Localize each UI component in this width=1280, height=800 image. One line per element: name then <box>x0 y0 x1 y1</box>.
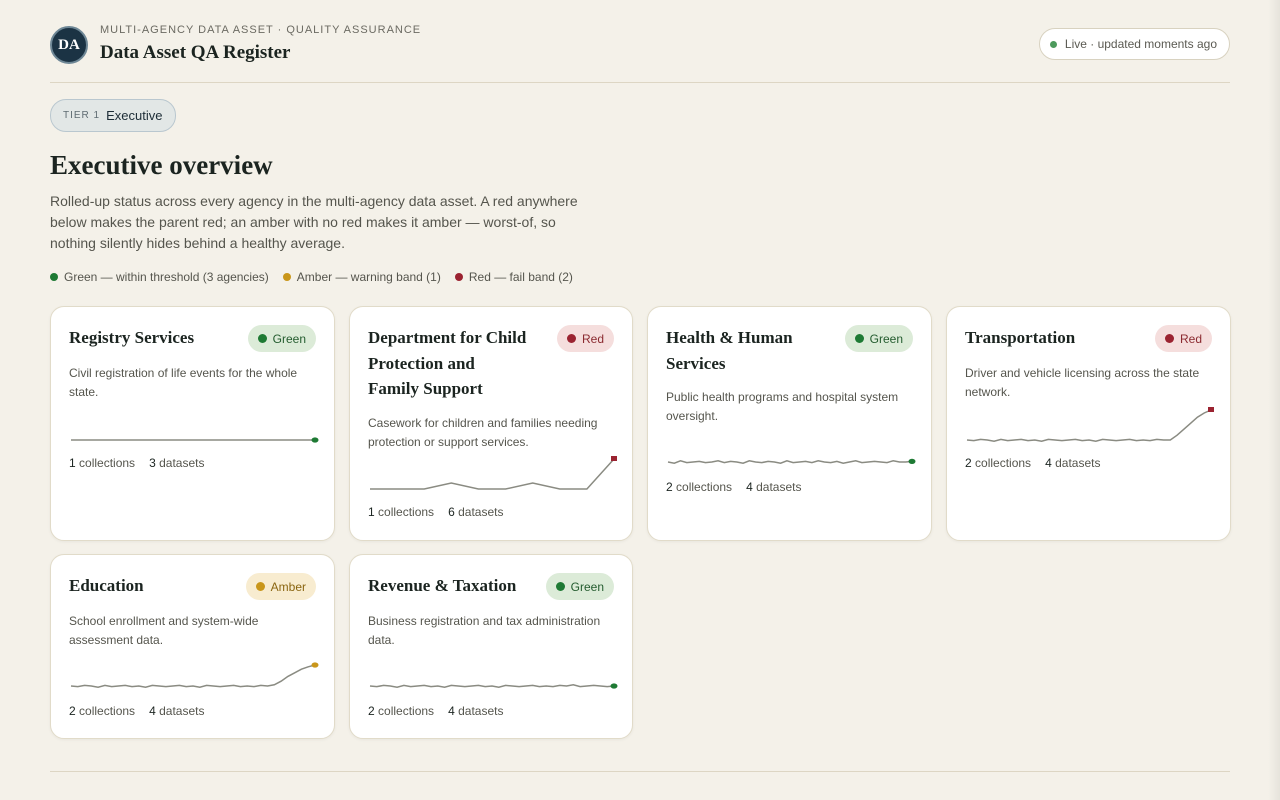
status-badge: Green <box>247 325 316 352</box>
agency-description: Driver and vehicle licensing across the … <box>965 366 1200 399</box>
agency-card-child-protection[interactable]: Department for Child Protection and Fami… <box>349 306 633 541</box>
legend-item-green: Green — within threshold (3 agencies) <box>50 270 269 284</box>
collections-stat: 2 collections <box>965 456 1032 470</box>
status-badge: Red <box>1154 325 1212 352</box>
status-dot-icon <box>854 334 864 343</box>
datasets-stat: 4 datasets <box>746 480 802 494</box>
trend-end-marker <box>611 456 617 461</box>
agency-logo[interactable]: DA <box>50 26 88 64</box>
agency-name: Health & Human Services <box>666 328 793 373</box>
live-status-text: Live · updated moments ago <box>1064 37 1217 51</box>
agency-description: Civil registration of life events for th… <box>69 366 298 399</box>
status-badge: Green <box>844 325 913 352</box>
datasets-stat: 3 datasets <box>149 456 205 470</box>
status-label: Red <box>581 331 604 346</box>
tier-name: Executive <box>106 108 163 123</box>
agency-name: Transportation <box>965 328 1076 347</box>
agency-card-health-human-services[interactable]: Health & Human Services Green Public hea… <box>647 306 932 541</box>
datasets-stat: 4 datasets <box>448 704 504 718</box>
green-dot-icon <box>50 273 58 281</box>
collections-stat: 2 collections <box>69 704 136 718</box>
agency-card-registry-services[interactable]: Registry Services Green Civil registrati… <box>50 306 335 541</box>
status-badge: Amber <box>245 573 316 600</box>
legend-item-amber: Amber — warning band (1) <box>282 270 441 284</box>
status-dot-icon <box>255 582 265 591</box>
legend-label: Green — within threshold (3 agencies) <box>64 270 269 284</box>
agency-card-education[interactable]: Education Amber School enrollment and sy… <box>50 554 335 739</box>
collections-stat: 1 collections <box>69 456 136 470</box>
trend-line <box>667 460 913 464</box>
legend-label: Amber — warning band (1) <box>296 270 441 284</box>
agency-description: Public health programs and hospital syst… <box>666 390 899 423</box>
status-dot-icon <box>1164 334 1174 343</box>
tier-label: TIER 1 <box>63 110 101 121</box>
agency-stats: 2 collections 4 datasets <box>368 704 517 718</box>
status-dot-icon <box>555 582 565 591</box>
status-label: Green <box>272 331 306 346</box>
agency-name: Revenue & Taxation <box>368 576 517 595</box>
collections-stat: 1 collections <box>368 505 435 519</box>
live-dot-icon <box>1049 40 1057 48</box>
status-label: Red <box>1179 331 1202 346</box>
page-edge-shadow <box>1268 0 1280 800</box>
trend-line <box>370 458 615 490</box>
collections-stat: 2 collections <box>666 480 733 494</box>
overview-description: Rolled-up status across every agency in … <box>50 193 578 251</box>
agency-stats: 2 collections 4 datasets <box>965 456 1114 470</box>
status-legend: Green — within threshold (3 agencies) Am… <box>50 270 587 284</box>
agency-name: Department for Child Protection and Fami… <box>368 328 527 398</box>
legend-item-red: Red — fail band (2) <box>454 270 573 284</box>
app-header: DA MULTI-AGENCY DATA ASSET · QUALITY ASS… <box>50 24 1230 83</box>
footer-divider <box>50 771 1230 772</box>
app-title: Data Asset QA Register <box>100 42 291 63</box>
datasets-stat: 4 datasets <box>1045 456 1101 470</box>
status-dot-icon <box>566 334 576 343</box>
header-kicker: MULTI-AGENCY DATA ASSET · QUALITY ASSURA… <box>100 24 422 36</box>
tier-pill[interactable]: TIER 1 Executive <box>50 99 176 132</box>
agency-stats: 2 collections 4 datasets <box>666 480 815 494</box>
legend-label: Red — fail band (2) <box>468 270 573 284</box>
status-badge: Green <box>545 573 614 600</box>
status-dot-icon <box>257 334 267 343</box>
agency-description: Business registration and tax administra… <box>368 614 601 647</box>
trend-end-marker <box>311 437 319 443</box>
status-badge: Red <box>556 325 614 352</box>
trend-line <box>70 664 316 688</box>
status-label: Green <box>869 331 903 346</box>
trend-line <box>369 684 615 688</box>
agency-description: Casework for children and families needi… <box>368 416 598 449</box>
status-label: Green <box>570 579 604 594</box>
page-title: Executive overview <box>50 150 273 180</box>
trend-line <box>966 409 1212 442</box>
datasets-stat: 6 datasets <box>448 505 504 519</box>
trend-end-marker <box>610 683 618 689</box>
trend-end-marker <box>311 662 319 668</box>
agency-description: School enrollment and system-wide assess… <box>69 614 259 647</box>
agency-stats: 1 collections 3 datasets <box>69 456 218 470</box>
collections-stat: 2 collections <box>368 704 435 718</box>
agency-name: Registry Services <box>69 328 195 347</box>
agency-card-revenue-taxation[interactable]: Revenue & Taxation Green Business regist… <box>349 554 633 739</box>
agency-stats: 2 collections 4 datasets <box>69 704 218 718</box>
live-status-pill: Live · updated moments ago <box>1038 28 1230 60</box>
amber-dot-icon <box>282 273 291 281</box>
agency-stats: 1 collections 6 datasets <box>368 505 517 519</box>
status-label: Amber <box>270 579 306 594</box>
datasets-stat: 4 datasets <box>149 704 205 718</box>
trend-end-marker <box>908 458 916 464</box>
agency-card-transportation[interactable]: Transportation Red Driver and vehicle li… <box>946 306 1231 541</box>
agency-name: Education <box>69 576 144 595</box>
trend-end-marker <box>1208 407 1214 412</box>
red-dot-icon <box>454 273 463 281</box>
